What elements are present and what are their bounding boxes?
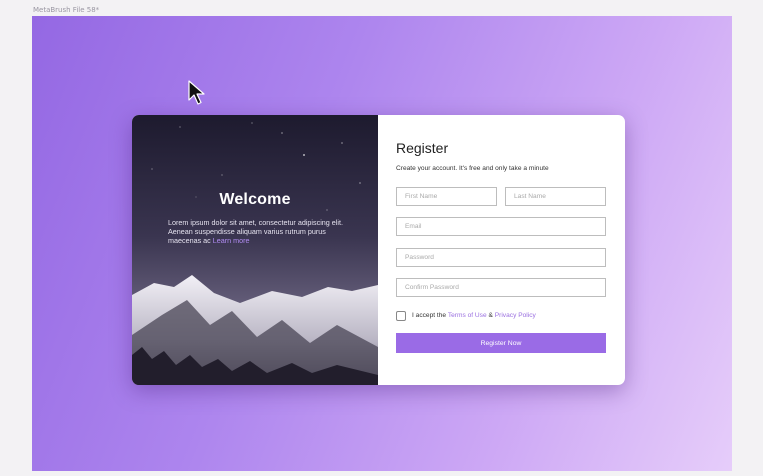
confirm-password-input[interactable] (396, 278, 606, 297)
terms-checkbox[interactable] (396, 311, 406, 321)
register-card: Welcome Lorem ipsum dolor sit amet, cons… (132, 115, 625, 385)
form-subtitle: Create your account. It's free and only … (396, 165, 549, 172)
last-name-input[interactable] (505, 187, 606, 206)
terms-amp: & (488, 312, 493, 319)
register-form: Register Create your account. It's free … (379, 115, 625, 385)
email-input[interactable] (396, 217, 606, 236)
form-title: Register (396, 140, 449, 156)
mountain-night-image (132, 115, 378, 385)
terms-label: I accept the Terms of Use & Privacy Poli… (412, 312, 536, 319)
learn-more-link[interactable]: Learn more (213, 236, 250, 245)
register-now-button[interactable]: Register Now (396, 333, 606, 353)
privacy-policy-link[interactable]: Privacy Policy (495, 312, 536, 319)
mouse-pointer-icon (188, 80, 205, 105)
window-caption: MetaBrush File 58* (33, 6, 100, 14)
welcome-body: Lorem ipsum dolor sit amet, consectetur … (168, 218, 343, 245)
welcome-panel: Welcome Lorem ipsum dolor sit amet, cons… (132, 115, 378, 385)
password-input[interactable] (396, 248, 606, 267)
welcome-description: Lorem ipsum dolor sit amet, consectetur … (168, 218, 358, 245)
welcome-title: Welcome (219, 191, 291, 208)
terms-of-use-link[interactable]: Terms of Use (448, 312, 487, 319)
first-name-input[interactable] (396, 187, 497, 206)
terms-prefix: I accept the (412, 312, 447, 319)
page-background: Welcome Lorem ipsum dolor sit amet, cons… (32, 16, 732, 471)
